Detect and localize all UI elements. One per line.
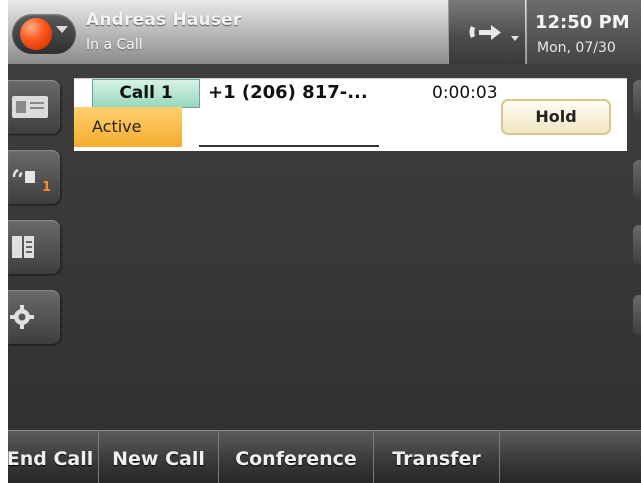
settings-gear-icon (10, 305, 34, 329)
end-call-button[interactable]: End Call (8, 431, 99, 483)
phone-screen: Andreas Hauser In a Call 12:50 PM Mon, 0… (8, 0, 641, 483)
call-forward-button[interactable] (448, 0, 525, 64)
settings-button[interactable] (8, 290, 60, 344)
call-appearance[interactable]: Call 1 +1 (206) 817-... 0:00:03 Active H… (74, 78, 627, 151)
call-state-badge: Active (74, 107, 182, 147)
right-edge-tab (633, 225, 641, 265)
directory-button[interactable] (8, 220, 60, 274)
hold-button[interactable]: Hold (501, 99, 611, 135)
call-tab[interactable]: Call 1 (92, 79, 200, 108)
right-edge-tab (633, 80, 641, 120)
status-bar: Andreas Hauser In a Call 12:50 PM Mon, 0… (8, 0, 641, 64)
empty-softkey (500, 431, 641, 483)
presence-button[interactable] (12, 14, 76, 54)
right-edge-tab (633, 295, 641, 335)
caller-number: +1 (206) 817-... (208, 82, 368, 103)
contact-card-icon (12, 96, 48, 118)
clock-time: 12:50 PM (535, 12, 630, 33)
presence-status-icon (20, 18, 52, 50)
clock-date: Mon, 07/30 (537, 40, 616, 56)
transfer-button[interactable]: Transfer (374, 431, 500, 483)
conference-button[interactable]: Conference (219, 431, 374, 483)
clock: 12:50 PM Mon, 07/30 (526, 0, 641, 64)
new-call-button[interactable]: New Call (99, 431, 219, 483)
user-status: In a Call (86, 37, 143, 53)
voicemail-count-badge: 1 (42, 180, 52, 195)
chevron-down-icon (511, 36, 519, 41)
user-name: Andreas Hauser (86, 10, 242, 30)
call-forward-icon (469, 25, 501, 40)
chevron-down-icon (56, 26, 68, 33)
divider (199, 145, 379, 147)
softkey-bar: End Call New Call Conference Transfer (8, 430, 641, 483)
call-duration: 0:00:03 (432, 83, 498, 103)
speaker-icon (12, 168, 35, 183)
contact-card-button[interactable] (8, 80, 60, 134)
voicemail-button[interactable]: 1 (8, 150, 60, 204)
right-edge-tab (633, 160, 641, 200)
directory-icon (12, 236, 34, 258)
